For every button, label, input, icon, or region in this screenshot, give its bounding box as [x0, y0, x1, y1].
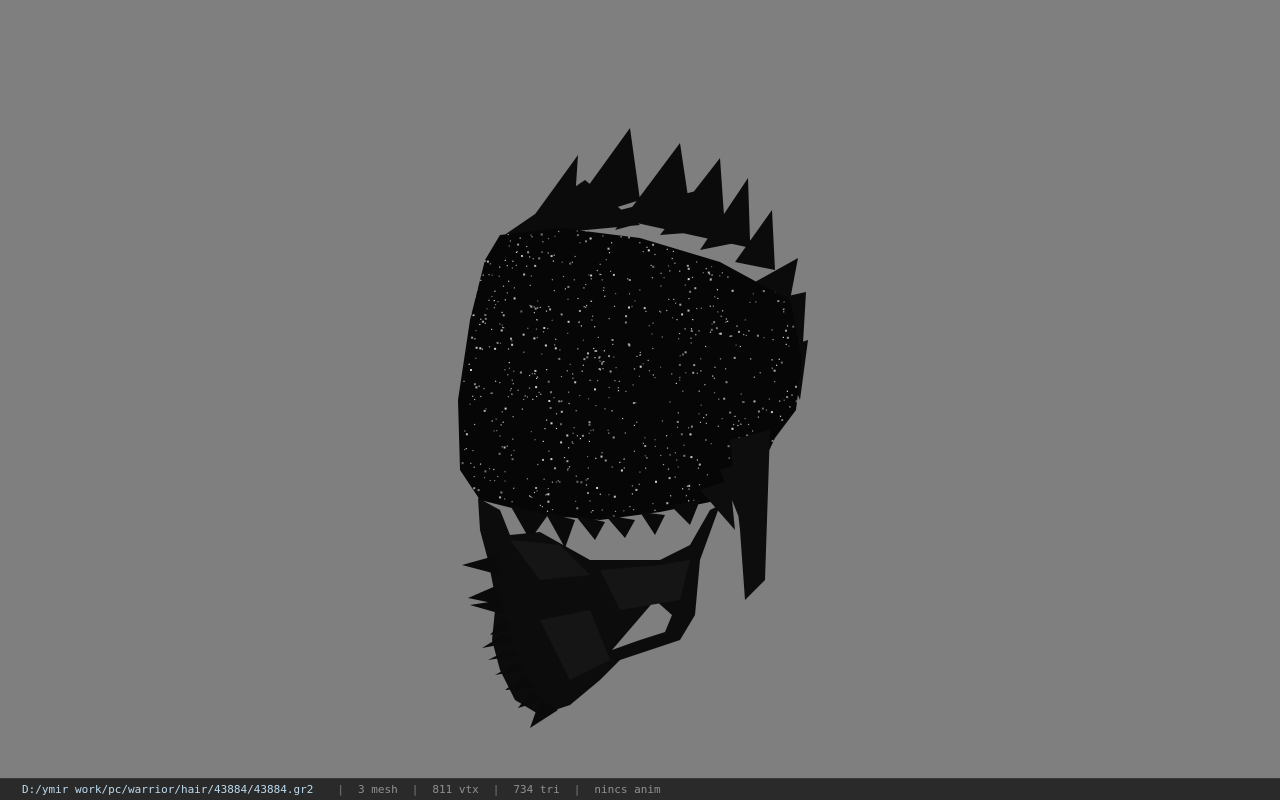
status-separator: |	[337, 783, 345, 796]
mesh-count-label: 3 mesh	[358, 783, 398, 796]
status-separator: |	[573, 783, 581, 796]
status-bar: D:/ymir work/pc/warrior/hair/43884/43884…	[0, 778, 1280, 800]
vertex-count-label: 811 vtx	[432, 783, 479, 796]
status-separator: |	[411, 783, 419, 796]
animation-status-label: nincs anim	[594, 783, 661, 796]
file-path-label: D:/ymir work/pc/warrior/hair/43884/43884…	[22, 783, 314, 796]
hair-model-render	[458, 128, 808, 728]
3d-viewport[interactable]	[0, 0, 1280, 778]
triangle-count-label: 734 tri	[513, 783, 560, 796]
status-separator: |	[492, 783, 500, 796]
